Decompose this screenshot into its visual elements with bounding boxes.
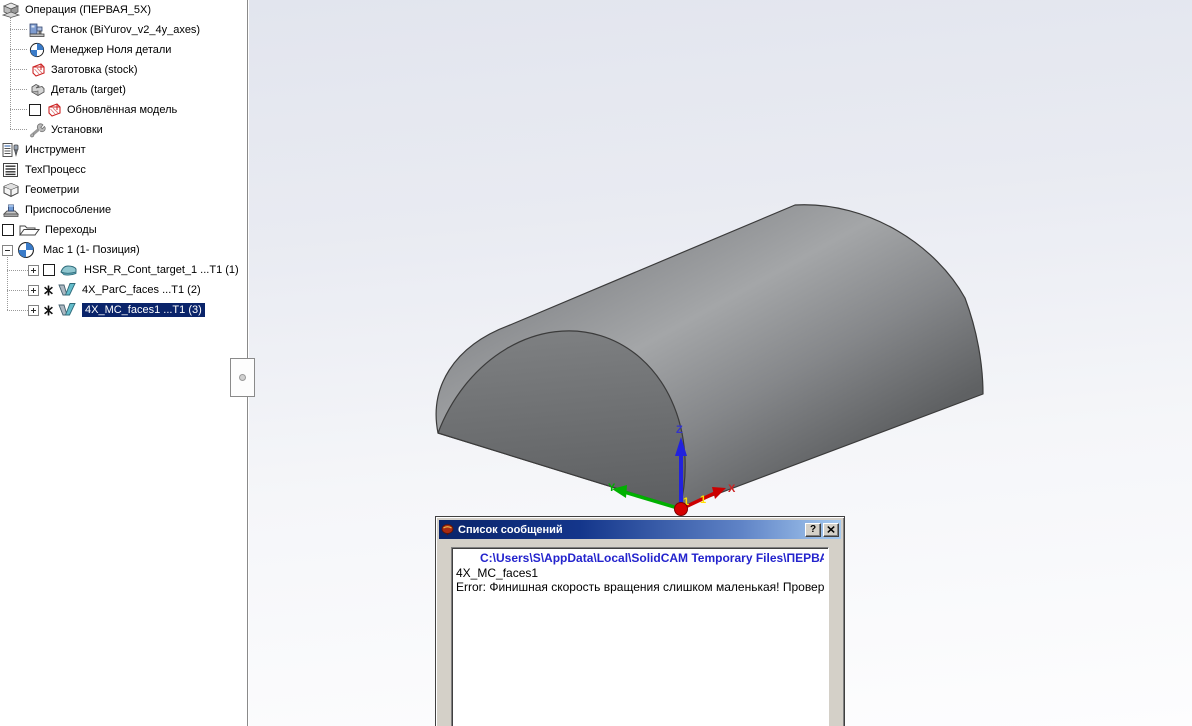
tree-item-label: Геометрии: [25, 184, 80, 196]
axis-label-y: Y: [608, 482, 616, 494]
tree-item-label: Mac 1 (1- Позиция): [43, 244, 140, 256]
dialog-help-button[interactable]: ?: [805, 522, 821, 537]
tree-item-label: Операция (ПЕРВАЯ_5X): [25, 4, 152, 16]
fixture-icon: [2, 202, 20, 218]
fourx-operation-icon: [57, 282, 77, 298]
tree-item-stock[interactable]: Заготовка (stock): [0, 60, 247, 80]
tree-item-settings[interactable]: Установки: [0, 120, 247, 140]
tree-item-label: Установки: [51, 124, 103, 136]
tree-item-label: Приспособление: [25, 204, 112, 216]
tree-item-label: 4X_ParC_faces ...T1 (2): [82, 284, 201, 296]
tree-item-label: Деталь (target): [51, 84, 126, 96]
target-icon: [29, 82, 46, 98]
fourx-operation-icon: [57, 302, 77, 318]
process-icon: [2, 162, 20, 178]
tree-item-4x-mc-operation[interactable]: 4X_MC_faces1 ...T1 (3): [0, 300, 247, 320]
stock-icon: [29, 62, 46, 78]
origin-manager-icon: [29, 42, 45, 58]
message-path-header: C:\Users\S\AppData\Local\SolidCAM Tempor…: [480, 551, 824, 565]
collapse-minus-box[interactable]: [2, 244, 13, 256]
expand-plus-box[interactable]: [28, 304, 39, 316]
tree-item-label-selected: 4X_MC_faces1 ...T1 (3): [82, 303, 205, 317]
message-operation-name: 4X_MC_faces1: [456, 565, 539, 580]
tree-item-fixture[interactable]: Приспособление: [0, 200, 247, 220]
tree-item-label: Обновлённая модель: [67, 104, 178, 116]
dialog-titlebar[interactable]: Список сообщений ?: [439, 520, 841, 539]
folder-icon: [18, 222, 40, 238]
tree-item-label: Инструмент: [25, 144, 86, 156]
updated-model-icon: [45, 102, 62, 118]
dialog-close-button[interactable]: [823, 522, 839, 537]
tree-item-label: Станок (BiYurov_v2_4y_axes): [51, 24, 201, 36]
hsr-operation-icon: [59, 262, 79, 278]
application-window: Операция (ПЕРВАЯ_5X) Станок (BiYurov_v2_…: [0, 0, 1192, 726]
tree-item-process[interactable]: ТехПроцесс: [0, 160, 247, 180]
tree-item-label: Менеджер Ноля детали: [50, 44, 172, 56]
updated-model-checkbox[interactable]: [29, 104, 41, 116]
tree-item-updated-model[interactable]: Обновлённая модель: [0, 100, 247, 120]
geometry-icon: [2, 182, 20, 198]
tree-item-target[interactable]: Деталь (target): [0, 80, 247, 100]
operation-icon: [2, 2, 20, 18]
message-list-dialog: Список сообщений ? C:\Users\S\AppData\Lo…: [435, 516, 845, 726]
transitions-checkbox[interactable]: [2, 224, 14, 236]
tool-icon: [2, 142, 20, 158]
recalc-marker-icon: [43, 285, 54, 296]
message-list[interactable]: C:\Users\S\AppData\Local\SolidCAM Tempor…: [451, 547, 829, 726]
tree-item-label: Заготовка (stock): [51, 64, 138, 76]
solidcam-logo-icon: [441, 523, 454, 536]
panel-splitter-tab[interactable]: [230, 358, 255, 397]
tree-item-hsr-operation[interactable]: HSR_R_Cont_target_1 ...T1 (1): [0, 260, 247, 280]
origin-marker-1-right: 1: [700, 494, 706, 506]
axis-label-x: X: [728, 483, 736, 495]
machine-icon: [29, 22, 46, 38]
tree-item-label: HSR_R_Cont_target_1 ...T1 (1): [84, 264, 239, 276]
tree-item-machine[interactable]: Станок (BiYurov_v2_4y_axes): [0, 20, 247, 40]
recalc-marker-icon: [43, 305, 54, 316]
origin-point: [674, 502, 688, 516]
tree-item-geometries[interactable]: Геометрии: [0, 180, 247, 200]
origin-manager-icon: [17, 241, 35, 259]
tree-item-tool[interactable]: Инструмент: [0, 140, 247, 160]
tree-item-label: ТехПроцесс: [25, 164, 86, 176]
tree-item-mac1[interactable]: Mac 1 (1- Позиция): [0, 240, 247, 260]
axis-label-z: Z: [676, 424, 683, 436]
tree-item-operation[interactable]: Операция (ПЕРВАЯ_5X): [0, 0, 247, 20]
tree-item-4x-parc-operation[interactable]: 4X_ParC_faces ...T1 (2): [0, 280, 247, 300]
splitter-dot-icon: [239, 374, 246, 381]
tree-item-zero-manager[interactable]: Менеджер Ноля детали: [0, 40, 247, 60]
expand-plus-box[interactable]: [28, 264, 39, 276]
message-error-text: Error: Финишная скорость вращения слишко…: [456, 580, 824, 594]
tree-item-transitions[interactable]: Переходы: [0, 220, 247, 240]
tree-item-label: Переходы: [45, 224, 97, 236]
expand-plus-box[interactable]: [28, 284, 39, 296]
hsr-operation-checkbox[interactable]: [43, 264, 55, 276]
dialog-title: Список сообщений: [458, 523, 563, 536]
feature-tree-panel: Операция (ПЕРВАЯ_5X) Станок (BiYurov_v2_…: [0, 0, 248, 726]
close-icon: [827, 526, 835, 533]
settings-wrench-icon: [29, 122, 46, 138]
